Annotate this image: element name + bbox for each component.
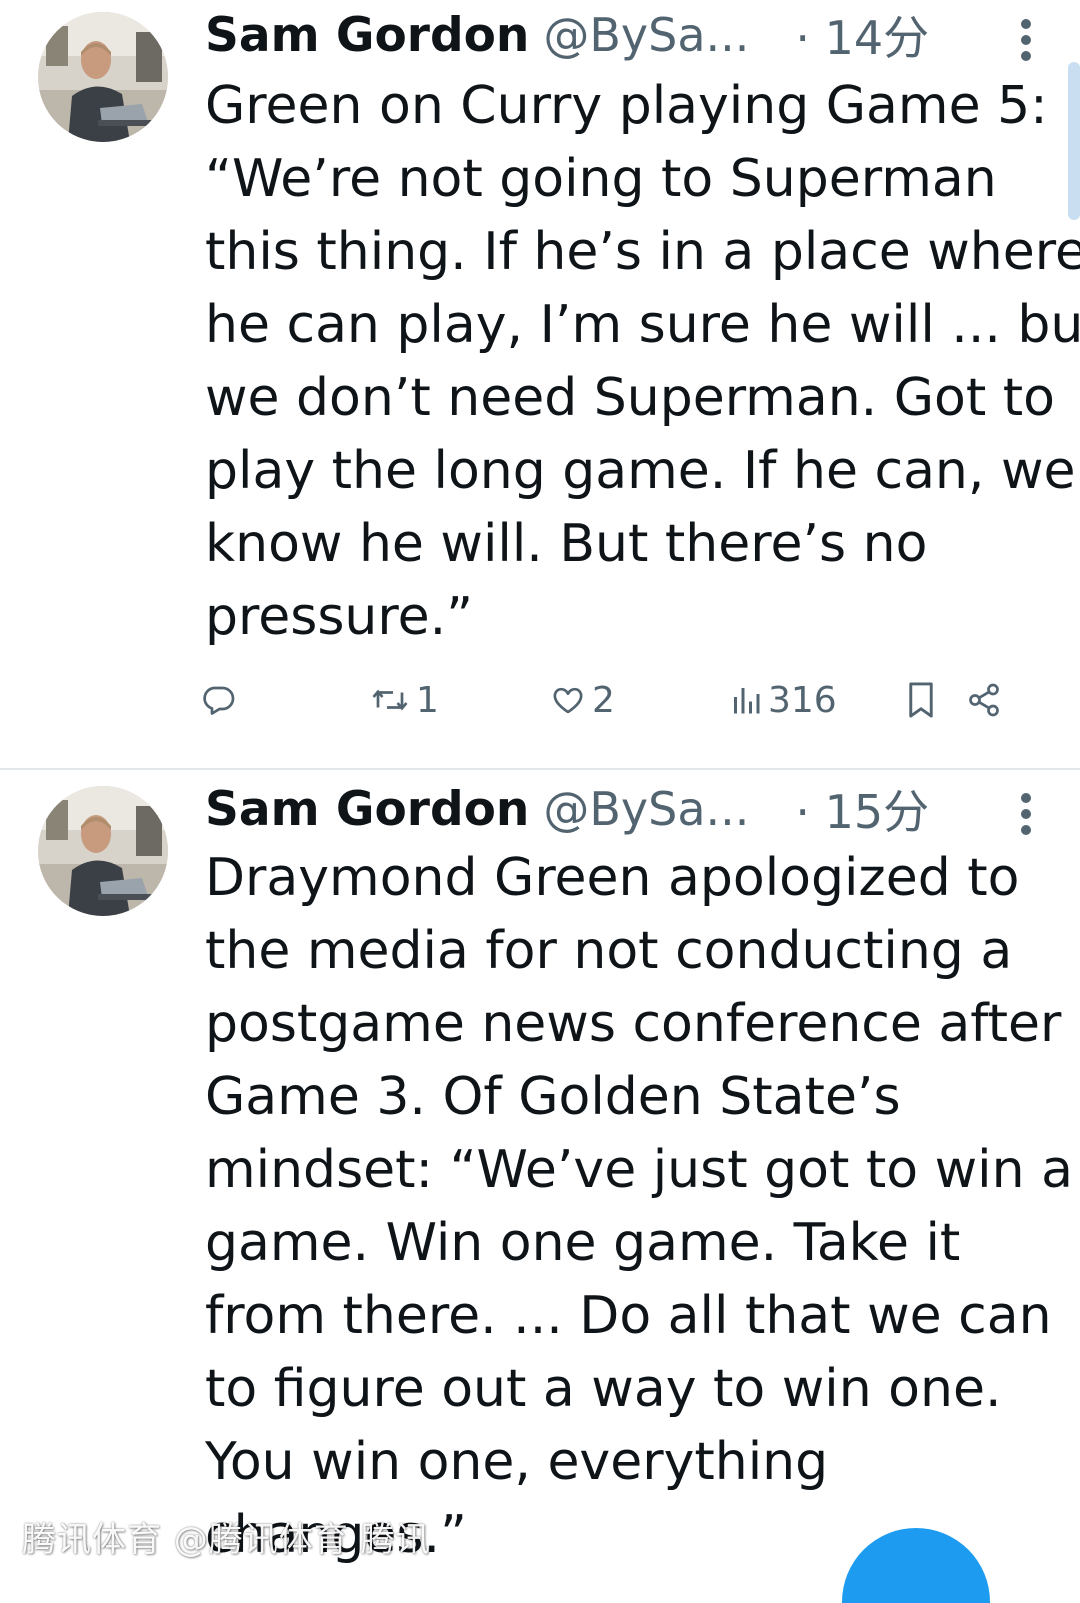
author-name[interactable]: Sam Gordon [205, 8, 529, 63]
author-handle[interactable]: @BySa... [543, 782, 749, 836]
tweet-header: Sam Gordon @BySa... · 15分 [205, 774, 1032, 844]
tweet-text-line: know he will. But there’s no [205, 514, 928, 574]
bookmark-icon [909, 682, 933, 718]
share-icon [969, 683, 999, 717]
more-icon[interactable] [1020, 18, 1032, 62]
tweet-text-line: postgame news conference after [205, 994, 1062, 1054]
author-handle[interactable]: @BySa... [543, 8, 749, 62]
tweet-text-line: play the long game. If he can, we [205, 441, 1076, 501]
more-icon[interactable] [1020, 792, 1032, 836]
tweet[interactable]: Sam Gordon @BySa... · 14分 Green on Curry… [0, 0, 1080, 768]
tweet-text-line: game. Win one game. Take it [205, 1213, 961, 1273]
views-button[interactable]: 316 [730, 672, 837, 728]
tweet-text: Green on Curry playing Game 5: “We’re no… [205, 70, 1080, 654]
timeline: Sam Gordon @BySa... · 14分 Green on Curry… [0, 0, 1080, 1603]
share-button[interactable] [966, 672, 1002, 728]
reply-button[interactable] [200, 672, 242, 728]
tweet-text-line: we don’t need Superman. Got to [205, 368, 1055, 428]
tweet-text-line: to figure out a way to win one. [205, 1359, 1002, 1419]
reply-icon [203, 686, 235, 715]
tweet-text-line: Draymond Green apologized to [205, 848, 1020, 908]
tweet-text-line: pressure.” [205, 587, 474, 647]
tweet-text-line: from there. ... Do all that we can [205, 1286, 1052, 1346]
tweet-text: Draymond Green apologized to the media f… [205, 842, 1073, 1572]
avatar-photo [38, 12, 168, 142]
watermark: 腾讯体育 @腾讯体育 腾讯 [22, 1520, 431, 1560]
tweet-text-line: “We’re not going to Superman [205, 149, 997, 209]
tweet-text-line: he can play, I’m sure he will ... but [205, 295, 1080, 355]
like-icon [553, 687, 583, 714]
tweet-text-line: this thing. If he’s in a place where [205, 222, 1080, 282]
view-count: 316 [768, 679, 837, 721]
retweet-button[interactable]: 1 [370, 672, 439, 728]
retweet-count: 1 [416, 679, 439, 721]
scrollbar[interactable] [1068, 62, 1080, 220]
tweet-text-line: Game 3. Of Golden State’s [205, 1067, 901, 1127]
bookmark-button[interactable] [906, 672, 936, 728]
avatar[interactable] [38, 786, 168, 916]
tweet-text-line: mindset: “We’ve just got to win a [205, 1140, 1073, 1200]
tweet[interactable]: Sam Gordon @BySa... · 15分 Draymond Green… [0, 770, 1080, 1603]
tweet-text-line: You win one, everything [205, 1432, 829, 1492]
like-count: 2 [592, 679, 615, 721]
author-name[interactable]: Sam Gordon [205, 782, 529, 837]
avatar[interactable] [38, 12, 168, 142]
tweet-text-line: the media for not conducting a [205, 921, 1013, 981]
tweet-text-line: Green on Curry playing Game 5: [205, 76, 1048, 136]
retweet-icon [372, 689, 408, 711]
tweet-time[interactable]: · 15分 [795, 776, 929, 842]
views-icon [734, 688, 760, 714]
tweet-actions: 1 2 316 [200, 672, 1020, 728]
tweet-time[interactable]: · 14分 [795, 2, 929, 68]
avatar-photo [38, 786, 168, 916]
tweet-header: Sam Gordon @BySa... · 14分 [205, 0, 1032, 70]
like-button[interactable]: 2 [550, 672, 615, 728]
